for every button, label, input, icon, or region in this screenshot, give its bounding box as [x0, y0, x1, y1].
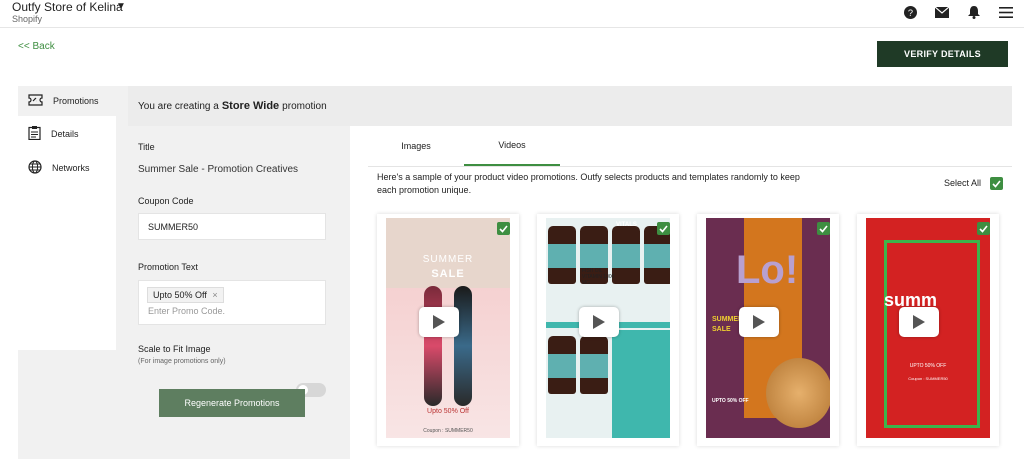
skateboard-image: [454, 286, 472, 406]
video-card-2[interactable]: FISH OIL VITAMIN 1000 MG VITALS: [537, 214, 679, 446]
thumb-text: SALE: [431, 268, 465, 280]
sidebar-item-label: Promotions: [53, 96, 99, 106]
promo-chip[interactable]: Upto 50% Off ×: [147, 287, 224, 303]
promo-placeholder: Enter Promo Code.: [148, 306, 226, 316]
check-icon: [819, 224, 828, 233]
tab-videos[interactable]: Videos: [464, 126, 560, 166]
promo-text-input[interactable]: Upto 50% Off × Enter Promo Code.: [138, 280, 326, 325]
sidebar-item-promotions[interactable]: Promotions: [18, 86, 116, 116]
scale-label: Scale to Fit Image: [138, 344, 211, 354]
thumb-product: FISH OIL VITAMIN 1000 MG: [582, 268, 615, 286]
thumb-text: SALE: [712, 326, 731, 333]
cookies-image: [766, 358, 830, 428]
regenerate-promotions-button[interactable]: Regenerate Promotions: [159, 389, 305, 417]
card-checkbox[interactable]: [497, 222, 510, 235]
thumb-coupon: Coupon : SUMMER50: [908, 376, 948, 381]
thumb-brand: VITALS: [616, 222, 637, 228]
play-icon[interactable]: [579, 307, 619, 337]
top-bar: Outfy Store of Kelina ▼ Shopify ?: [0, 0, 1024, 28]
video-card-1[interactable]: SUMMER SALE Upto 50% Off Coupon : SUMMER…: [377, 214, 519, 446]
thumb-promo: UPTO 50% OFF: [712, 398, 749, 404]
verify-details-button[interactable]: VERIFY DETAILS: [877, 41, 1008, 67]
tab-divider: [368, 166, 1012, 167]
thumb-coupon: Coupon : SUMMER50: [423, 428, 473, 434]
promotion-form: Title Summer Sale - Promotion Creatives …: [128, 126, 350, 459]
select-all-checkbox[interactable]: [990, 177, 1003, 190]
svg-text:?: ?: [907, 7, 912, 17]
preview-area: Images Videos Here's a sample of your pr…: [350, 126, 1012, 459]
sidebar-item-label: Networks: [52, 163, 90, 173]
promo-text-label: Promotion Text: [138, 262, 198, 272]
card-checkbox[interactable]: [657, 222, 670, 235]
thumb-text: SUMMER: [422, 254, 474, 265]
thumb-promo: UPTO 50% OFF: [909, 363, 947, 369]
coupon-label: Coupon Code: [138, 196, 194, 206]
scale-note: (For image promotions only): [138, 358, 226, 365]
promotion-panel: Promotions Details Networks You are crea…: [18, 86, 1012, 459]
back-link[interactable]: << Back: [18, 41, 55, 52]
check-icon: [499, 224, 508, 233]
video-card-3[interactable]: Lo! SUMMER SALE UPTO 50% OFF: [697, 214, 839, 446]
promotion-type-banner: You are creating a Store Wide promotion: [128, 86, 1012, 126]
tab-images[interactable]: Images: [368, 126, 464, 166]
chip-remove-icon[interactable]: ×: [212, 290, 217, 300]
check-icon: [979, 224, 988, 233]
play-icon[interactable]: [739, 307, 779, 337]
sidebar-item-networks[interactable]: Networks: [18, 153, 116, 183]
globe-icon: [28, 160, 42, 176]
ticket-icon: [28, 94, 43, 108]
bottle-image: [548, 336, 576, 394]
bell-icon[interactable]: [966, 4, 982, 20]
mail-icon[interactable]: [934, 4, 950, 20]
top-icons: ?: [902, 4, 1014, 20]
coupon-input[interactable]: SUMMER50: [138, 213, 326, 240]
promo-chip-label: Upto 50% Off: [153, 290, 207, 300]
play-icon[interactable]: [419, 307, 459, 337]
card-checkbox[interactable]: [817, 222, 830, 235]
select-all-label: Select All: [944, 178, 982, 188]
thumb-promo: Upto 50% Off: [427, 408, 469, 415]
title-label: Title: [138, 142, 155, 152]
coupon-value: SUMMER50: [148, 222, 199, 232]
sidebar: Promotions Details Networks: [18, 86, 116, 350]
banner-emphasis: Store Wide: [221, 100, 280, 112]
promo-panel: [612, 330, 670, 438]
store-name[interactable]: Outfy Store of Kelina: [12, 0, 123, 14]
menu-icon[interactable]: [998, 4, 1014, 20]
check-icon: [659, 224, 668, 233]
title-value[interactable]: Summer Sale - Promotion Creatives: [138, 164, 298, 175]
sidebar-item-details[interactable]: Details: [18, 119, 116, 149]
play-icon[interactable]: [899, 307, 939, 337]
bottle-image: [580, 336, 608, 394]
thumb-logo: Lo!: [736, 248, 799, 292]
help-icon[interactable]: ?: [902, 4, 918, 20]
banner-suffix: promotion: [282, 100, 327, 112]
bottle-image: [548, 226, 576, 284]
video-card-4[interactable]: summ UPTO 50% OFF Coupon : SUMMER50: [857, 214, 999, 446]
check-icon: [992, 179, 1001, 188]
sidebar-item-label: Details: [51, 129, 79, 139]
card-checkbox[interactable]: [977, 222, 990, 235]
store-dropdown-icon[interactable]: ▼: [116, 1, 126, 12]
videos-description: Here's a sample of your product video pr…: [377, 172, 800, 195]
clipboard-icon: [28, 126, 41, 142]
store-platform: Shopify: [12, 14, 43, 24]
banner-prefix: You are creating a: [138, 100, 219, 112]
skateboard-image: [424, 286, 442, 406]
